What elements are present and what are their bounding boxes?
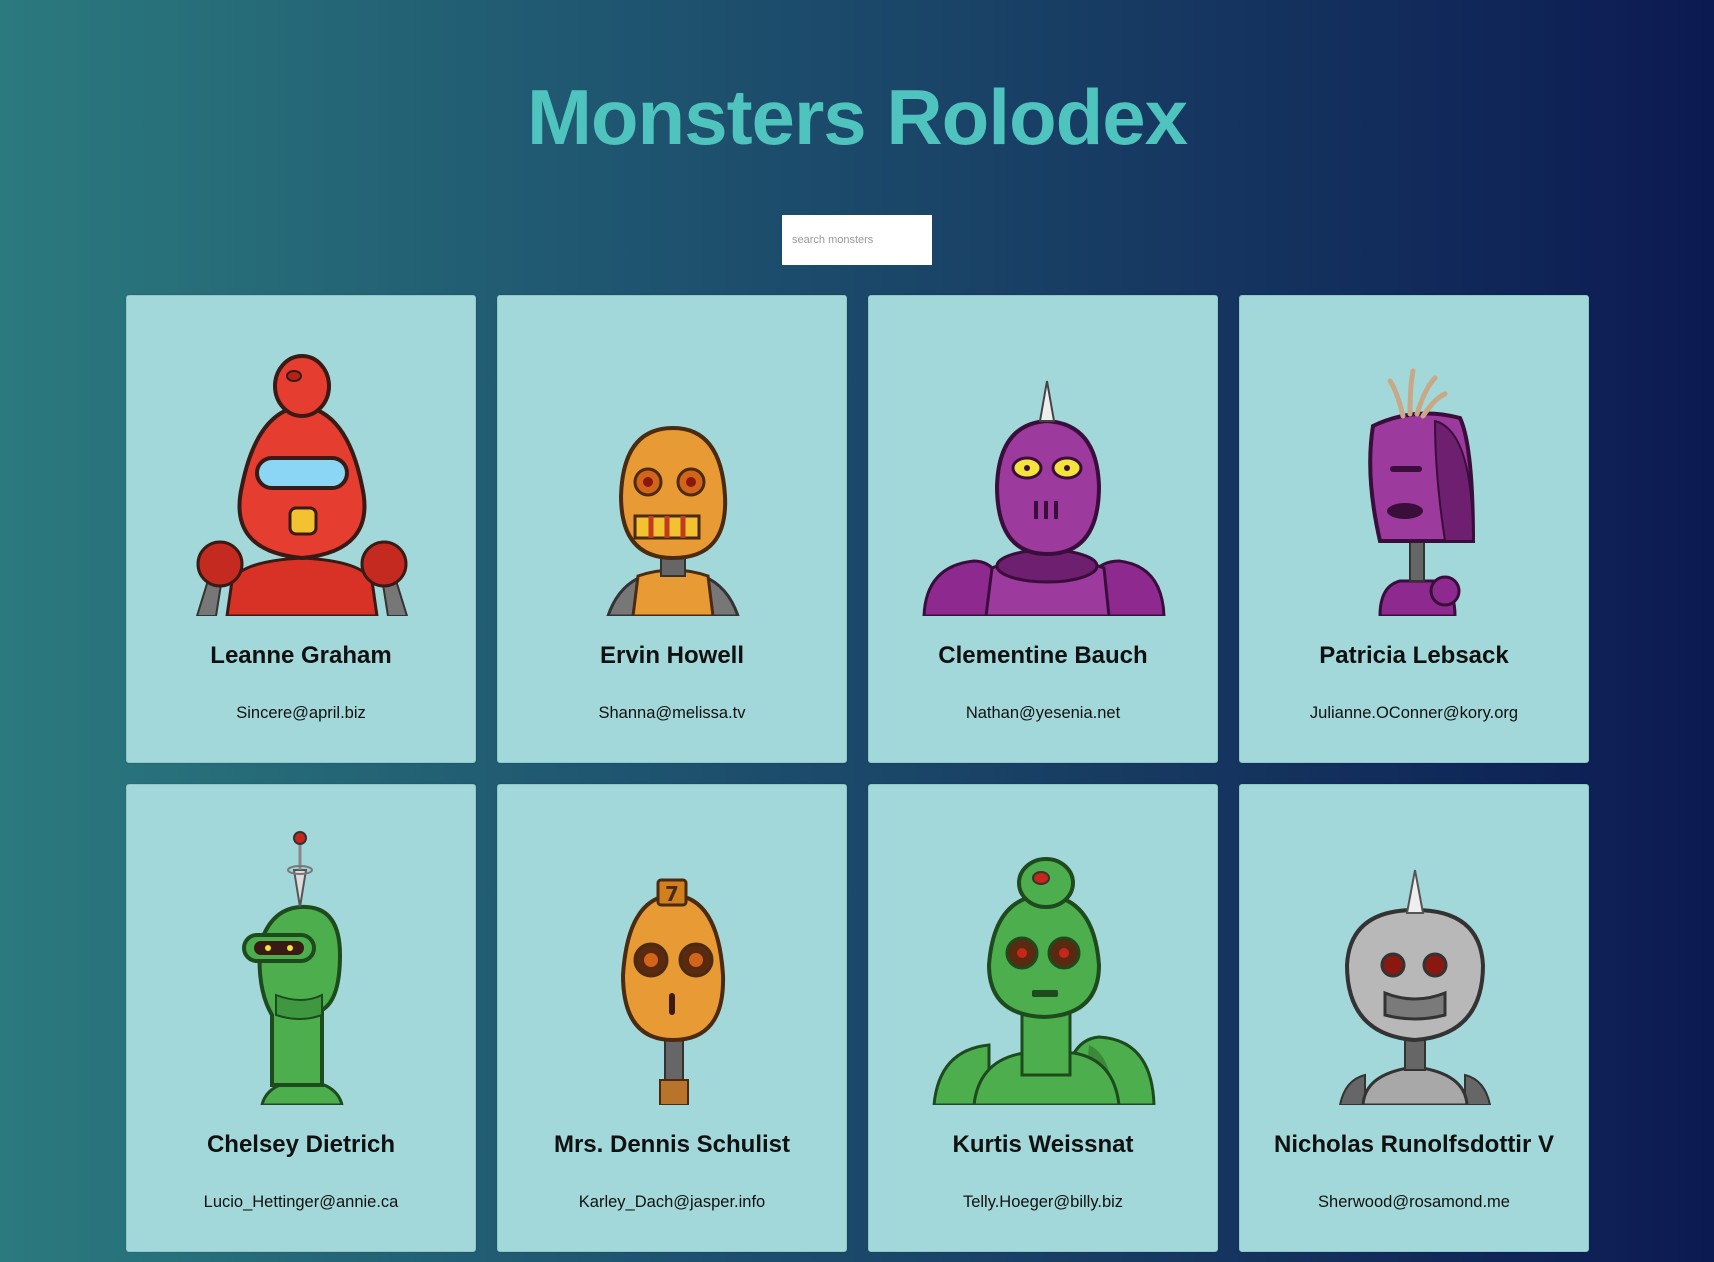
monster-name: Kurtis Weissnat — [952, 1131, 1134, 1158]
monster-card[interactable]: Kurtis Weissnat Telly.Hoeger@billy.biz — [868, 784, 1218, 1252]
monster-card[interactable]: 7 Mrs. Dennis Schulist Karley_Dach@jaspe… — [497, 784, 847, 1252]
monster-name: Clementine Bauch — [938, 642, 1148, 669]
purple-robot-icon — [1285, 336, 1545, 616]
page-title: Monsters Rolodex — [526, 73, 1188, 161]
svg-text:7: 7 — [665, 882, 679, 906]
green-robot-icon — [914, 825, 1174, 1105]
monster-name: Patricia Lebsack — [1319, 642, 1509, 669]
monster-card[interactable]: Patricia Lebsack Julianne.OConner@kory.o… — [1239, 295, 1589, 763]
monster-email: Sincere@april.biz — [236, 704, 366, 722]
gray-robot-icon — [1285, 825, 1545, 1105]
monster-email: Sherwood@rosamond.me — [1318, 1193, 1510, 1211]
card-list: Leanne Graham Sincere@april.biz Ervin Ho… — [126, 295, 1590, 1252]
monster-name: Ervin Howell — [599, 642, 745, 669]
monster-card[interactable]: Nicholas Runolfsdottir V Sherwood@rosamo… — [1239, 784, 1589, 1252]
orange-robot-icon — [543, 336, 803, 616]
orange-robot-icon: 7 — [543, 825, 803, 1105]
monster-card[interactable]: Leanne Graham Sincere@april.biz — [126, 295, 476, 763]
monster-email: Telly.Hoeger@billy.biz — [962, 1193, 1124, 1211]
monster-email: Julianne.OConner@kory.org — [1309, 704, 1519, 722]
monster-email: Nathan@yesenia.net — [965, 704, 1121, 722]
monster-name: Chelsey Dietrich — [206, 1131, 396, 1158]
search-input[interactable] — [782, 215, 932, 265]
purple-robot-icon — [914, 336, 1174, 616]
monster-email: Lucio_Hettinger@annie.ca — [203, 1193, 399, 1211]
green-robot-icon — [172, 825, 432, 1105]
monster-name: Mrs. Dennis Schulist — [553, 1131, 791, 1158]
monster-email: Shanna@melissa.tv — [598, 704, 746, 722]
red-robot-icon — [172, 336, 432, 616]
monster-card[interactable]: Clementine Bauch Nathan@yesenia.net — [868, 295, 1218, 763]
monster-card[interactable]: Ervin Howell Shanna@melissa.tv — [497, 295, 847, 763]
monster-name: Leanne Graham — [210, 642, 392, 669]
monster-email: Karley_Dach@jasper.info — [578, 1193, 766, 1211]
monster-card[interactable]: Chelsey Dietrich Lucio_Hettinger@annie.c… — [126, 784, 476, 1252]
monster-name: Nicholas Runolfsdottir V — [1273, 1131, 1554, 1158]
